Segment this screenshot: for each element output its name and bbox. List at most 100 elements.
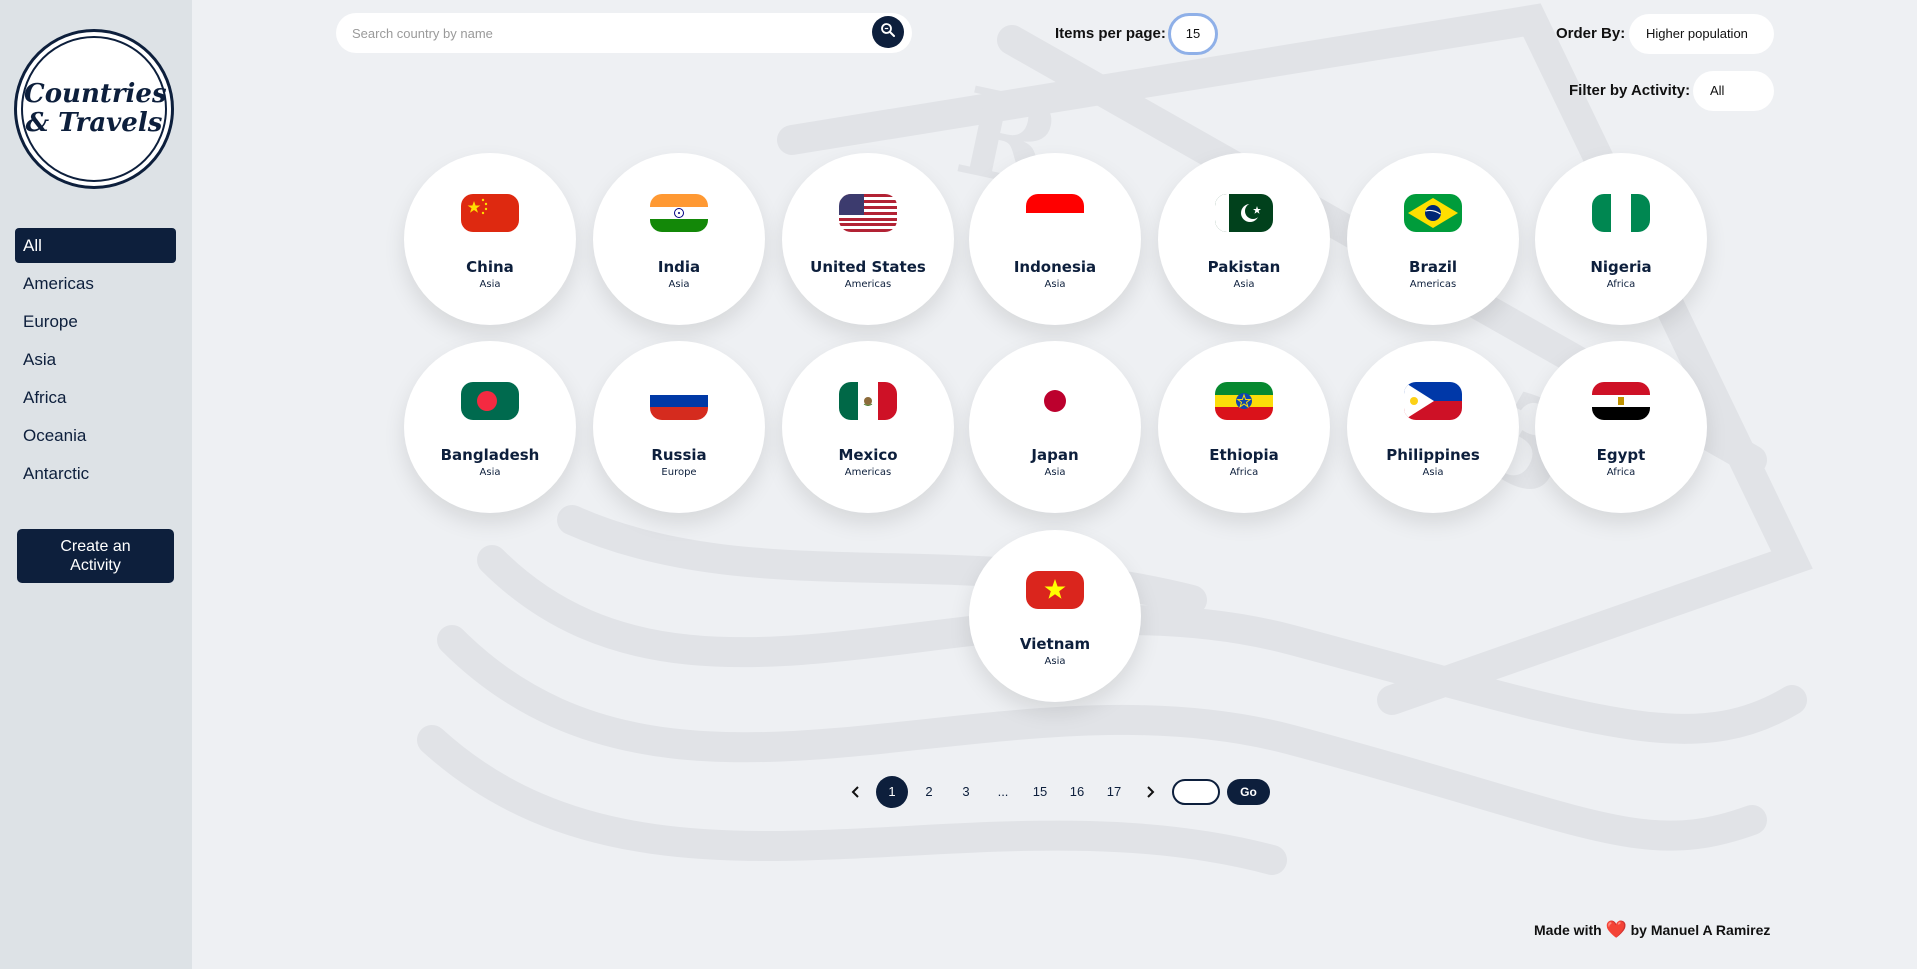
usa-flag-icon (839, 194, 897, 232)
country-card-bangladesh[interactable]: Bangladesh Asia (404, 341, 576, 513)
nav-item-americas[interactable]: Americas (15, 266, 176, 301)
country-region: Americas (1409, 279, 1457, 290)
country-card-philippines[interactable]: Philippines Asia (1347, 341, 1519, 513)
page-button-17[interactable]: 17 (1098, 776, 1130, 808)
country-name: Vietnam (1019, 635, 1091, 653)
logo-line-2: & Travels (25, 108, 163, 138)
country-name: Mexico (838, 446, 898, 464)
country-name: Ethiopia (1209, 446, 1279, 464)
filter-activity-select[interactable]: All (1693, 71, 1774, 111)
create-activity-button[interactable]: Create an Activity (17, 529, 174, 583)
chevron-right-icon (1143, 784, 1157, 803)
country-region: Africa (1606, 279, 1636, 290)
logo[interactable]: Countries & Travels (14, 29, 174, 189)
chevron-left-icon (849, 784, 863, 803)
page-button-16[interactable]: 16 (1061, 776, 1093, 808)
nigeria-flag-icon (1592, 194, 1650, 232)
country-card-pakistan[interactable]: Pakistan Asia (1158, 153, 1330, 325)
vietnam-flag-icon (1026, 571, 1084, 609)
japan-flag-icon (1026, 382, 1084, 420)
nav-item-asia[interactable]: Asia (15, 342, 176, 377)
china-flag-icon (461, 194, 519, 232)
country-region: Asia (1044, 656, 1066, 667)
country-name: Egypt (1596, 446, 1646, 464)
indonesia-flag-icon (1026, 194, 1084, 232)
country-card-united-states[interactable]: United States Americas (782, 153, 954, 325)
country-region: Asia (479, 467, 501, 478)
nav-item-africa[interactable]: Africa (15, 380, 176, 415)
country-name: Indonesia (1013, 258, 1097, 276)
page-button-1[interactable]: 1 (876, 776, 908, 808)
country-region: Africa (1606, 467, 1636, 478)
footer-suffix: by Manuel A Ramirez (1630, 922, 1771, 938)
country-region: Americas (844, 467, 892, 478)
logo-ring: Countries & Travels (21, 36, 167, 182)
country-card-indonesia[interactable]: Indonesia Asia (969, 153, 1141, 325)
country-card-egypt[interactable]: Egypt Africa (1535, 341, 1707, 513)
india-flag-icon (650, 194, 708, 232)
page-button-2[interactable]: 2 (913, 776, 945, 808)
sidebar: Countries & Travels All Americas Europe … (0, 0, 192, 969)
heart-icon: ❤️ (1605, 920, 1627, 939)
country-name: Russia (651, 446, 707, 464)
country-name: Brazil (1409, 258, 1457, 276)
country-region: Africa (1229, 467, 1259, 478)
logo-line-1: Countries (24, 79, 167, 109)
next-page-button[interactable] (1134, 776, 1166, 808)
footer-prefix: Made with (1534, 922, 1602, 938)
footer-credit: Made with ❤️ by Manuel A Ramirez (1534, 920, 1770, 940)
bangladesh-flag-icon (461, 382, 519, 420)
page-button-15[interactable]: 15 (1024, 776, 1056, 808)
page-button-3[interactable]: 3 (950, 776, 982, 808)
nav-item-all[interactable]: All (15, 228, 176, 263)
search-icon (880, 22, 896, 42)
country-name: Bangladesh (440, 446, 540, 464)
country-name: India (657, 258, 701, 276)
country-name: Nigeria (1590, 258, 1652, 276)
country-region: Asia (1422, 467, 1444, 478)
country-name: China (466, 258, 514, 276)
order-by-select[interactable]: Higher population (1629, 14, 1774, 54)
egypt-flag-icon (1592, 382, 1650, 420)
country-region: Asia (1044, 467, 1066, 478)
country-name: Japan (1031, 446, 1079, 464)
country-card-brazil[interactable]: Brazil Americas (1347, 153, 1519, 325)
country-card-vietnam[interactable]: Vietnam Asia (969, 530, 1141, 702)
country-region: Asia (479, 279, 501, 290)
nav-item-europe[interactable]: Europe (15, 304, 176, 339)
philippines-flag-icon (1404, 382, 1462, 420)
country-region: Asia (1233, 279, 1255, 290)
filter-activity-label: Filter by Activity: (1569, 82, 1691, 99)
nav-item-antarctic[interactable]: Antarctic (15, 456, 176, 491)
country-card-japan[interactable]: Japan Asia (969, 341, 1141, 513)
search-box (336, 13, 912, 53)
country-name: Pakistan (1207, 258, 1281, 276)
goto-page-input[interactable] (1172, 779, 1220, 805)
prev-page-button[interactable] (840, 776, 872, 808)
country-region: Europe (661, 467, 697, 478)
country-card-nigeria[interactable]: Nigeria Africa (1535, 153, 1707, 325)
region-nav: All Americas Europe Asia Africa Oceania … (15, 228, 176, 494)
country-card-ethiopia[interactable]: Ethiopia Africa (1158, 341, 1330, 513)
country-name: Philippines (1386, 446, 1480, 464)
country-name: United States (810, 258, 926, 276)
pakistan-flag-icon (1215, 194, 1273, 232)
russia-flag-icon (650, 382, 708, 420)
country-card-india[interactable]: India Asia (593, 153, 765, 325)
country-card-china[interactable]: China Asia (404, 153, 576, 325)
logo-text: Countries & Travels (24, 79, 167, 138)
items-per-page-input[interactable]: 15 (1168, 13, 1218, 55)
search-button[interactable] (872, 16, 904, 48)
nav-item-oceania[interactable]: Oceania (15, 418, 176, 453)
items-per-page-label: Items per page: (1055, 25, 1166, 42)
search-input[interactable] (352, 13, 872, 53)
page-ellipsis: ... (997, 784, 1009, 799)
ethiopia-flag-icon (1215, 382, 1273, 420)
go-button[interactable]: Go (1227, 779, 1270, 805)
country-region: Asia (668, 279, 690, 290)
brazil-flag-icon (1404, 194, 1462, 232)
country-card-mexico[interactable]: Mexico Americas (782, 341, 954, 513)
mexico-flag-icon (839, 382, 897, 420)
country-card-russia[interactable]: Russia Europe (593, 341, 765, 513)
country-region: Americas (844, 279, 892, 290)
